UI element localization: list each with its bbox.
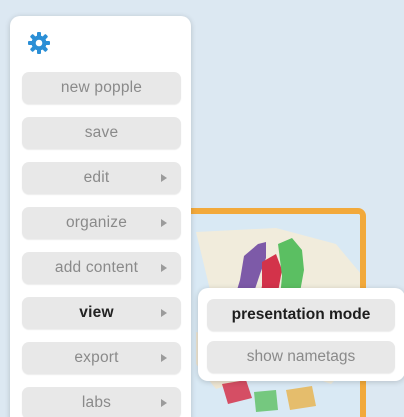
menu-item-label: view	[79, 304, 114, 321]
view-submenu: presentation mode show nametags	[198, 288, 404, 381]
triangle-right-icon	[161, 174, 167, 182]
triangle-right-icon	[161, 219, 167, 227]
triangle-right-icon	[161, 264, 167, 272]
triangle-right-icon	[161, 399, 167, 407]
menu-item-label: add content	[54, 259, 139, 276]
edit-menu-item[interactable]: edit	[22, 162, 181, 194]
menu-item-label: save	[84, 124, 119, 141]
menu-item-label: export	[74, 349, 119, 366]
export-menu-item[interactable]: export	[22, 342, 181, 374]
add-content-menu-item[interactable]: add content	[22, 252, 181, 284]
save-button[interactable]: save	[22, 117, 181, 149]
presentation-mode-button[interactable]: presentation mode	[207, 299, 395, 331]
organize-menu-item[interactable]: organize	[22, 207, 181, 239]
new-popple-button[interactable]: new popple	[22, 72, 181, 104]
show-nametags-button[interactable]: show nametags	[207, 341, 395, 373]
menu-item-label: labs	[81, 394, 112, 411]
menu-item-label: edit	[83, 169, 110, 186]
view-menu-item[interactable]: view	[22, 297, 181, 329]
gear-icon[interactable]	[26, 30, 52, 56]
submenu-item-label: show nametags	[246, 348, 356, 365]
settings-menu: new popple save edit organize add conten…	[10, 16, 191, 417]
submenu-item-label: presentation mode	[231, 306, 371, 323]
triangle-right-icon	[161, 309, 167, 317]
menu-item-label: new popple	[60, 79, 143, 96]
triangle-right-icon	[161, 354, 167, 362]
menu-item-label: organize	[65, 214, 128, 231]
labs-menu-item[interactable]: labs	[22, 387, 181, 417]
